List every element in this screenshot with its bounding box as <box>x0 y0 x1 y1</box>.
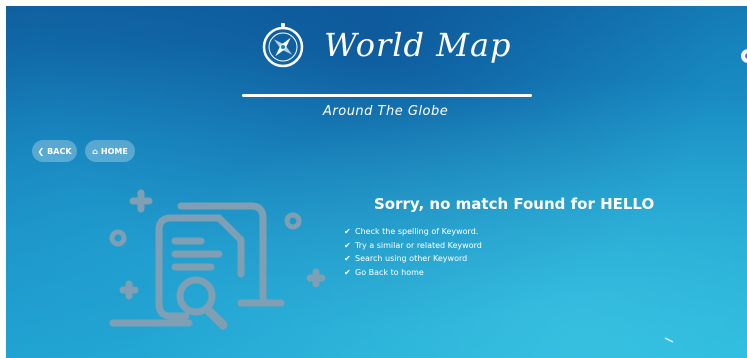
app-title: World Map <box>324 26 512 64</box>
page-background: World Map Around The Globe ❮ BACK ⌂ HOME <box>6 6 747 358</box>
home-button-label: HOME <box>100 146 128 156</box>
sparkle-icon <box>664 337 674 343</box>
home-button[interactable]: ⌂ HOME <box>85 140 135 162</box>
checkmark-icon: ✔ <box>344 254 351 263</box>
checkmark-icon: ✔ <box>344 267 351 277</box>
list-item: ✔ Check the spelling of Keyword. <box>344 225 482 239</box>
list-item: ✔ Try a similar or related Keyword <box>344 239 482 253</box>
no-results-heading: Sorry, no match Found for HELLO <box>374 195 655 213</box>
suggestions-list: ✔ Check the spelling of Keyword. ✔ Try a s… <box>344 225 482 279</box>
checkmark-icon: ✔ <box>344 227 351 236</box>
checkmark-icon: ✔ <box>344 240 351 250</box>
floating-edge-button[interactable] <box>741 49 747 63</box>
home-icon: ⌂ <box>92 146 98 156</box>
list-item: ✔ Go Back to home <box>344 266 482 280</box>
list-item: ✔ Search using other Keyword <box>344 252 482 266</box>
compass-logo-icon <box>262 23 304 68</box>
title-divider <box>242 94 532 97</box>
document-search-icon <box>109 189 326 330</box>
app-subtitle: Around The Globe <box>323 104 449 119</box>
back-button[interactable]: ❮ BACK <box>32 140 77 162</box>
chevron-left-icon: ❮ <box>37 146 45 156</box>
back-button-label: BACK <box>47 146 72 156</box>
